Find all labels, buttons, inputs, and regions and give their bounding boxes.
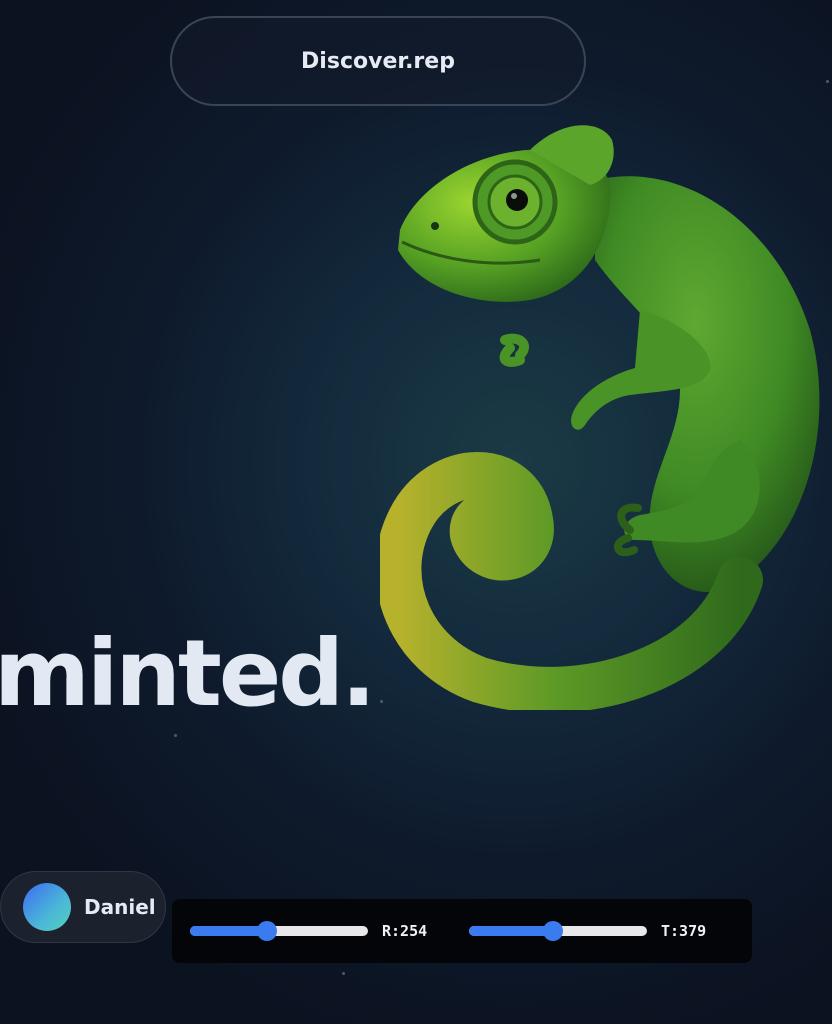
- hero-headline: minted.: [0, 620, 376, 727]
- chameleon-illustration: [380, 125, 820, 710]
- avatar: [23, 883, 71, 931]
- t-readout: T:379: [661, 922, 707, 940]
- slider-thumb[interactable]: [542, 921, 563, 941]
- t-slider[interactable]: [469, 921, 647, 941]
- r-slider[interactable]: [190, 921, 368, 941]
- control-bar: R:254 T:379: [172, 899, 752, 963]
- r-readout: R:254: [382, 922, 428, 940]
- user-name: Daniel: [84, 895, 156, 919]
- slider-thumb[interactable]: [256, 921, 277, 941]
- star-dot: [174, 734, 177, 737]
- discover-pill-label: Discover.rep: [301, 48, 455, 74]
- star-dot: [342, 972, 345, 975]
- discover-pill-button[interactable]: Discover.rep: [170, 16, 586, 106]
- slider-fill: [469, 926, 553, 936]
- user-profile-chip[interactable]: Daniel: [0, 871, 166, 943]
- slider-fill: [190, 926, 267, 936]
- star-dot: [826, 80, 829, 83]
